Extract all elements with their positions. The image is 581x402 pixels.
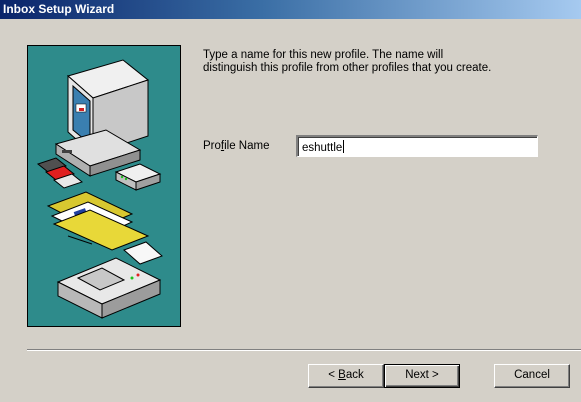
back-button-mnemonic: B: [338, 369, 346, 381]
folder-icon: [46, 191, 150, 251]
profile-name-value: eshuttle: [302, 142, 343, 154]
window-title: Inbox Setup Wizard: [3, 2, 115, 16]
instruction-line-1: Type a name for this new profile. The na…: [203, 49, 444, 61]
back-button[interactable]: < Back: [308, 364, 384, 388]
computer-icon: [54, 59, 150, 177]
modem-icon: [114, 163, 162, 191]
button-separator: [27, 349, 581, 351]
instruction-text: Type a name for this new profile. The na…: [203, 49, 563, 75]
back-button-prefix: <: [328, 369, 339, 381]
profile-name-label: Profile Name: [203, 140, 270, 152]
profile-name-input[interactable]: eshuttle: [296, 135, 538, 157]
profile-name-label-suffix: ile Name: [224, 140, 270, 152]
wizard-window: Inbox Setup Wizard Type a name for this …: [0, 0, 581, 402]
fax-machine-icon: [56, 241, 163, 319]
title-bar[interactable]: Inbox Setup Wizard: [0, 0, 581, 19]
next-button[interactable]: Next >: [384, 364, 460, 388]
wizard-illustration: [27, 45, 181, 327]
back-button-suffix: ack: [345, 369, 364, 381]
instruction-line-2: distinguish this profile from other prof…: [203, 62, 492, 74]
profile-name-label-prefix: Pro: [203, 140, 221, 152]
text-caret: [343, 140, 345, 153]
cancel-button[interactable]: Cancel: [494, 364, 570, 388]
